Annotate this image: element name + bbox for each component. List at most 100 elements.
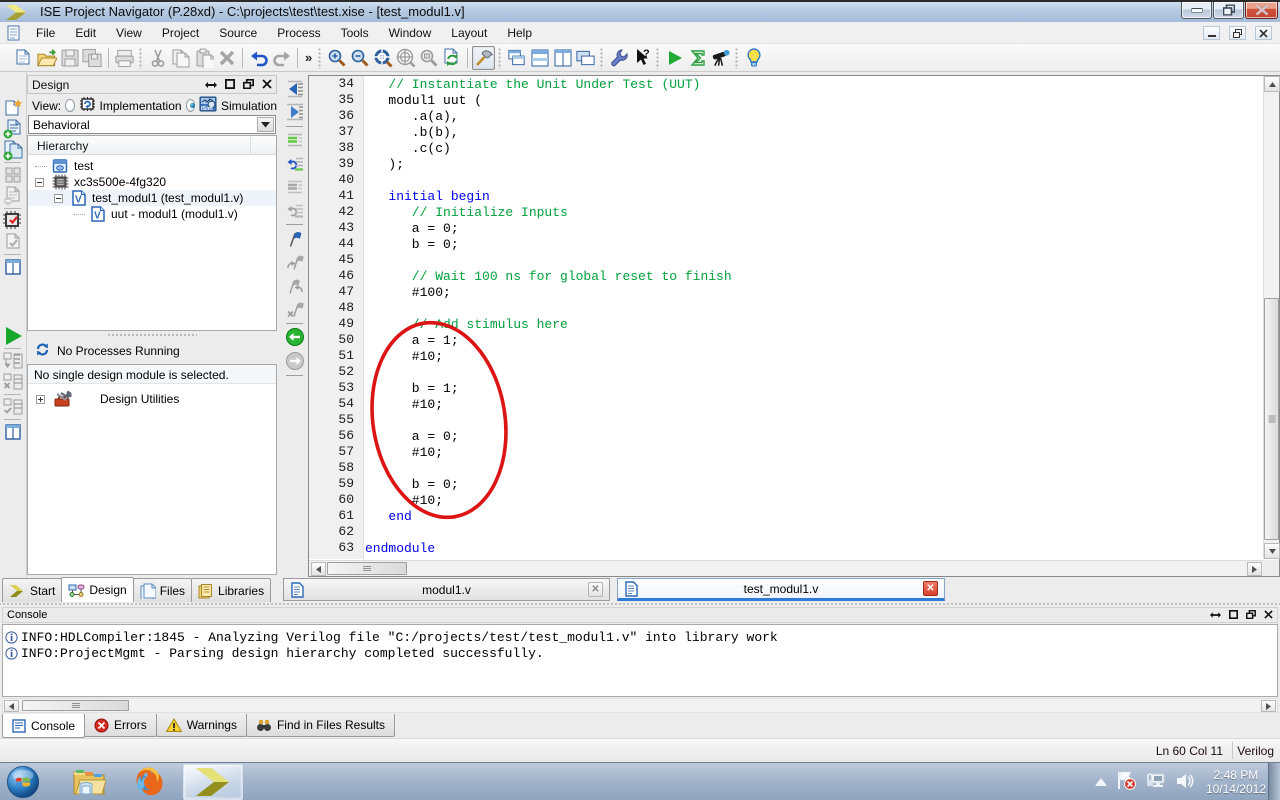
show-desktop-button[interactable] bbox=[1268, 763, 1280, 800]
document-window-icon[interactable] bbox=[7, 25, 21, 44]
toolbar-handle[interactable] bbox=[599, 47, 605, 69]
close-button[interactable] bbox=[1245, 2, 1278, 19]
network-icon[interactable] bbox=[1146, 772, 1166, 793]
console-hscroll-thumb[interactable] bbox=[22, 700, 129, 711]
console-tab-warnings[interactable]: Warnings bbox=[156, 714, 247, 737]
scroll-left-button[interactable] bbox=[311, 562, 326, 576]
panel-tab-files[interactable]: Files bbox=[133, 578, 192, 602]
zoom-full-button[interactable] bbox=[371, 46, 394, 70]
menu-source[interactable]: Source bbox=[209, 22, 267, 44]
columns-blue-button[interactable] bbox=[1, 257, 25, 277]
refresh-doc-button[interactable] bbox=[440, 46, 463, 70]
console-float-button[interactable] bbox=[1210, 610, 1221, 622]
firefox-taskbar-icon[interactable] bbox=[132, 765, 166, 799]
editor-vscroll-thumb[interactable] bbox=[1264, 298, 1279, 540]
panel-close-button[interactable] bbox=[262, 78, 272, 92]
chip-check-button[interactable] bbox=[1, 211, 25, 231]
mdi-close-button[interactable] bbox=[1255, 26, 1272, 40]
open-folder-button[interactable] bbox=[35, 46, 58, 70]
simulation-radio[interactable] bbox=[186, 99, 195, 112]
forward-circle-gray-button[interactable] bbox=[284, 351, 306, 370]
restore-button[interactable] bbox=[1213, 2, 1244, 19]
tree-expander[interactable] bbox=[35, 178, 44, 187]
zoom-in-button[interactable] bbox=[325, 46, 348, 70]
redo-button[interactable] bbox=[270, 46, 293, 70]
hierarchy-tree-row[interactable]: xc3s500e-4fg320 bbox=[28, 174, 276, 190]
tile-horizontal-button[interactable] bbox=[528, 46, 551, 70]
proc-check-gray-button[interactable] bbox=[1, 397, 25, 417]
zoom-sel-button[interactable] bbox=[417, 46, 440, 70]
console-tab-find-in-files-results[interactable]: Find in Files Results bbox=[246, 714, 395, 737]
panel-tab-start[interactable]: Start bbox=[2, 578, 62, 602]
toolbar-handle[interactable] bbox=[655, 47, 661, 69]
editor-tab-test_modul1.v[interactable]: test_modul1.v✕ bbox=[617, 578, 945, 601]
console-horizontal-scrollbar[interactable] bbox=[2, 698, 1278, 713]
minimize-button[interactable] bbox=[1181, 2, 1212, 19]
zoom-region-button[interactable] bbox=[394, 46, 417, 70]
panel-tab-libraries[interactable]: Libraries bbox=[191, 578, 271, 602]
tree-expander[interactable] bbox=[36, 395, 45, 404]
lightbulb-button[interactable] bbox=[742, 46, 765, 70]
mdi-restore-button[interactable] bbox=[1229, 26, 1246, 40]
volume-icon[interactable] bbox=[1176, 773, 1196, 792]
toolbar-handle[interactable] bbox=[497, 47, 503, 69]
save-button[interactable] bbox=[58, 46, 81, 70]
hammer-button[interactable] bbox=[472, 46, 495, 70]
ise-taskbar-button[interactable] bbox=[183, 764, 243, 800]
menu-process[interactable]: Process bbox=[267, 22, 330, 44]
menu-help[interactable]: Help bbox=[497, 22, 542, 44]
tree-expander[interactable] bbox=[54, 194, 63, 203]
start-button[interactable] bbox=[6, 765, 40, 799]
console-scroll-right-button[interactable] bbox=[1261, 700, 1276, 712]
new-source-button[interactable] bbox=[1, 98, 25, 118]
delete-button[interactable] bbox=[215, 46, 238, 70]
tile-vertical-button[interactable] bbox=[551, 46, 574, 70]
lines-gray-button[interactable] bbox=[284, 178, 306, 197]
scroll-up-button[interactable] bbox=[1264, 76, 1280, 92]
undo-gray-button[interactable] bbox=[284, 201, 306, 220]
undo-button[interactable] bbox=[247, 46, 270, 70]
console-tab-console[interactable]: Console bbox=[2, 714, 85, 738]
copy-button[interactable] bbox=[169, 46, 192, 70]
print-button[interactable] bbox=[113, 46, 136, 70]
console-maximize-button[interactable] bbox=[1229, 610, 1238, 622]
dock-left-button[interactable] bbox=[284, 79, 306, 98]
editor-vertical-scrollbar[interactable] bbox=[1263, 76, 1279, 559]
console-tab-errors[interactable]: Errors bbox=[84, 714, 157, 737]
panel-tab-design[interactable]: Design bbox=[61, 577, 133, 602]
menu-project[interactable]: Project bbox=[152, 22, 209, 44]
process-tree-row[interactable]: Design Utilities bbox=[28, 389, 276, 409]
undo-green-button[interactable] bbox=[284, 154, 306, 173]
toolbar-handle[interactable] bbox=[138, 47, 144, 69]
bookmark-next-gray-button[interactable] bbox=[284, 253, 306, 272]
menu-file[interactable]: File bbox=[26, 22, 65, 44]
dock-right-button[interactable] bbox=[284, 103, 306, 122]
hierarchy-tree-row[interactable]: Vuut - modul1 (modul1.v) bbox=[28, 206, 276, 222]
action-center-icon[interactable] bbox=[1117, 771, 1136, 793]
editor-horizontal-scrollbar[interactable] bbox=[309, 560, 1264, 576]
tab-close-button[interactable]: ✕ bbox=[923, 581, 938, 596]
lines-green-button[interactable] bbox=[284, 131, 306, 150]
layered-windows-button[interactable] bbox=[574, 46, 597, 70]
menu-tools[interactable]: Tools bbox=[331, 22, 379, 44]
toolbar-overflow-button[interactable]: » bbox=[302, 50, 315, 65]
zoom-out-button[interactable] bbox=[348, 46, 371, 70]
taskbar-clock[interactable]: 2:48 PM 10/14/2012 bbox=[1206, 768, 1266, 796]
save-all-button[interactable] bbox=[81, 46, 104, 70]
panel-float-button[interactable] bbox=[205, 78, 217, 92]
bookmark-x-gray-button[interactable] bbox=[284, 300, 306, 319]
add-source-button[interactable] bbox=[1, 119, 25, 139]
scroll-right-button[interactable] bbox=[1247, 562, 1262, 576]
simulation-view-combobox[interactable]: Behavioral bbox=[28, 115, 276, 134]
cascade-windows-button[interactable] bbox=[505, 46, 528, 70]
bookmark-blue-button[interactable] bbox=[284, 229, 306, 248]
play-green-button[interactable] bbox=[1, 326, 25, 346]
menu-view[interactable]: View bbox=[106, 22, 152, 44]
explorer-taskbar-icon[interactable] bbox=[72, 765, 106, 799]
sigma-button[interactable] bbox=[686, 46, 709, 70]
page-check-gray-button[interactable] bbox=[1, 232, 25, 252]
back-circle-green-button[interactable] bbox=[284, 328, 306, 347]
scroll-down-button[interactable] bbox=[1264, 543, 1280, 559]
console-scroll-left-button[interactable] bbox=[4, 700, 19, 712]
editor-hscroll-thumb[interactable] bbox=[327, 562, 407, 575]
